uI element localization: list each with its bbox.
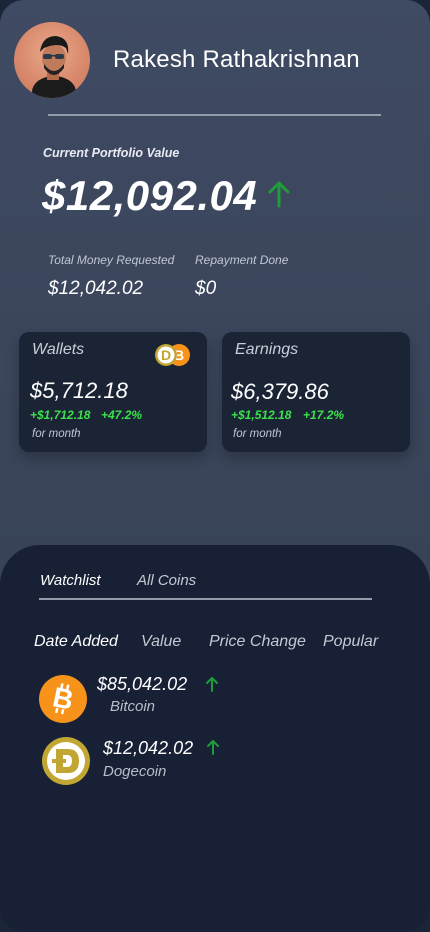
wallet-change-amount: +$1,712.18 [30, 408, 91, 422]
avatar-person-icon [32, 36, 76, 98]
repayment-value: $0 [195, 278, 217, 299]
header-divider [48, 114, 381, 116]
earnings-change-amount: +$1,512.18 [231, 408, 292, 422]
tabs-divider [39, 598, 372, 600]
arrow-up-icon [206, 677, 218, 692]
earnings-card[interactable]: Earnings $6,379.86 +$1,512.18 +17.2% for… [222, 332, 410, 452]
wallet-period: for month [32, 428, 81, 440]
card-title: Wallets [32, 341, 85, 358]
wallet-balance: $5,712.18 [30, 378, 128, 403]
dogecoin-icon [42, 737, 90, 785]
wallet-change-percent: +47.2% [101, 408, 143, 422]
arrow-up-icon [268, 181, 290, 208]
filter-value[interactable]: Value [141, 633, 181, 651]
filter-date-added[interactable]: Date Added [34, 633, 118, 651]
coin-name: Bitcoin [110, 698, 156, 715]
filter-popular[interactable]: Popular [323, 633, 378, 651]
filter-price-change[interactable]: Price Change [209, 633, 306, 651]
tab-all-coins[interactable]: All Coins [137, 572, 196, 589]
wallets-card[interactable]: Wallets B D $5,712.18 +$1,712.18 +47.2% … [19, 332, 207, 452]
user-name: Rakesh Rathakrishnan [113, 46, 360, 73]
coin-price: $85,042.02 [97, 674, 188, 694]
card-title: Earnings [235, 341, 299, 358]
repayment-label: Repayment Done [195, 253, 289, 267]
total-requested-label: Total Money Requested [48, 253, 175, 267]
svg-text:D: D [161, 347, 171, 363]
dogecoin-bitcoin-icon: B D [155, 344, 190, 366]
portfolio-value: $12,092.04 [42, 172, 258, 219]
coin-price: $12,042.02 [103, 738, 194, 758]
earnings-value: $6,379.86 [231, 379, 329, 404]
arrow-up-icon [207, 740, 219, 755]
portfolio-label: Current Portfolio Value [43, 146, 180, 160]
earnings-change-percent: +17.2% [303, 408, 345, 422]
bitcoin-icon: B [39, 675, 87, 723]
avatar[interactable] [14, 22, 90, 98]
total-requested-value: $12,042.02 [48, 278, 144, 299]
tab-watchlist[interactable]: Watchlist [40, 572, 101, 589]
app-screen: Rakesh Rathakrishnan Current Portfolio V… [0, 0, 430, 932]
watchlist-panel: Watchlist All Coins Date Added Value Pri… [0, 545, 430, 932]
coin-name: Dogecoin [103, 763, 167, 780]
earnings-period: for month [233, 428, 282, 440]
